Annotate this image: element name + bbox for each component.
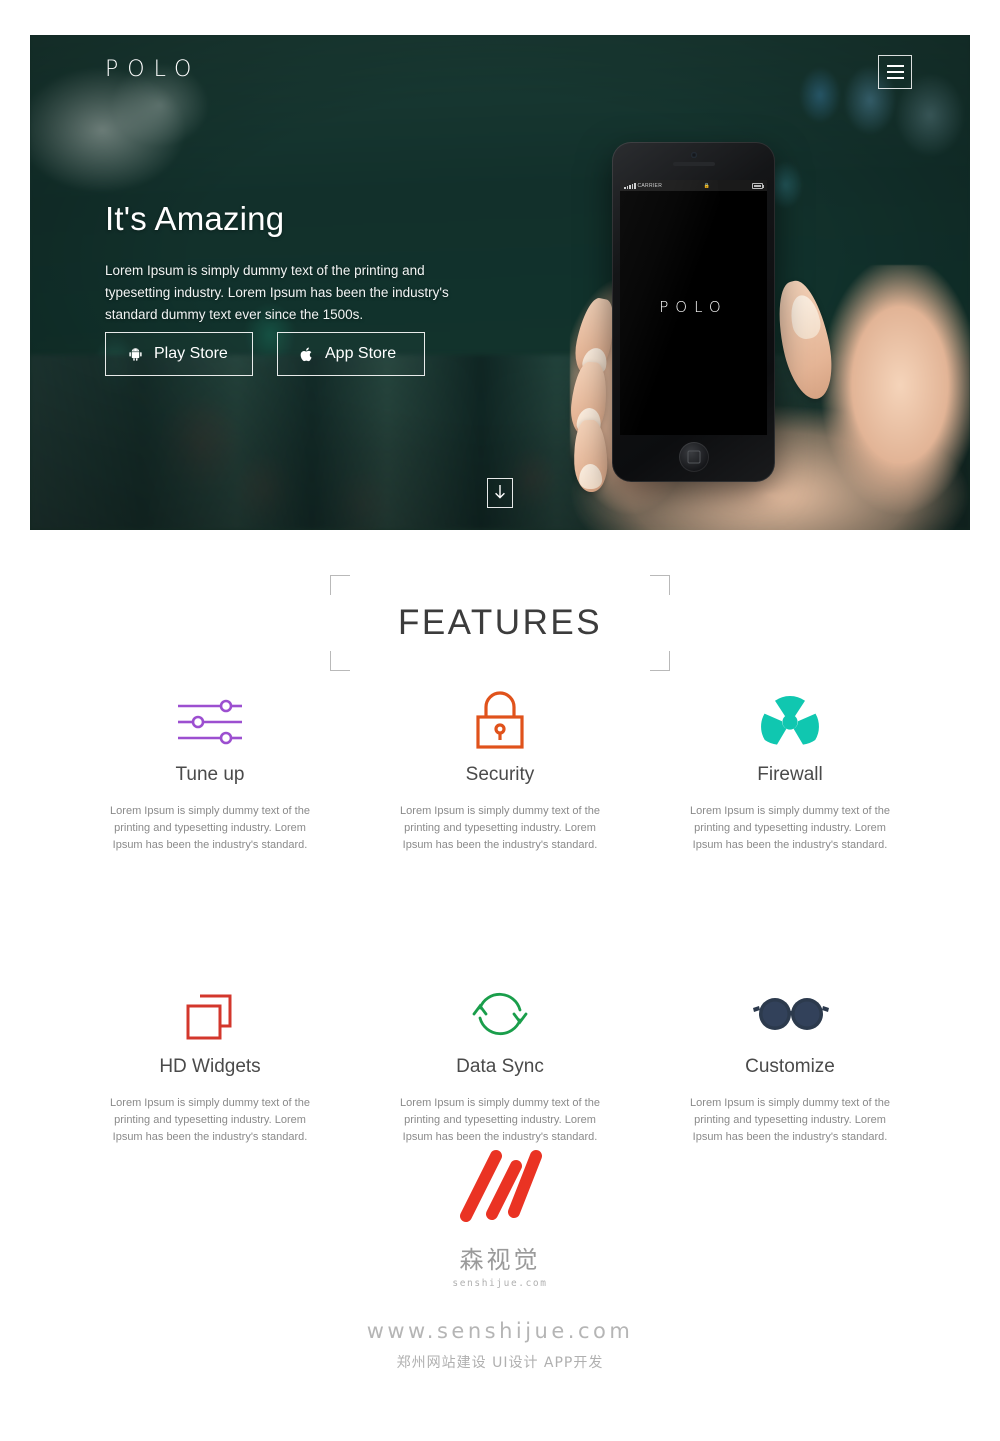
lock-icon — [476, 691, 524, 749]
footer-tagline: 郑州网站建设 UI设计 APP开发 — [396, 1355, 604, 1371]
features-title: FEATURES — [397, 603, 603, 642]
features-grid: Tune up Lorem Ipsum is simply dummy text… — [70, 680, 930, 1146]
phone-mockup: CARRIER 🔒 POLO — [560, 90, 970, 530]
hero-section: POLO CARRIER 🔒 — [30, 35, 970, 530]
feature-description: Lorem Ipsum is simply dummy text of the … — [110, 1097, 310, 1144]
play-store-label: Play Store — [154, 345, 228, 362]
watermark-url: senshijue.com — [452, 1278, 548, 1289]
senshijue-logo-icon — [460, 1150, 542, 1222]
feature-description: Lorem Ipsum is simply dummy text of the … — [110, 805, 310, 852]
feature-description: Lorem Ipsum is simply dummy text of the … — [400, 805, 600, 852]
feature-description: Lorem Ipsum is simply dummy text of the … — [690, 1097, 890, 1144]
feature-card-tune-up: Tune up Lorem Ipsum is simply dummy text… — [70, 680, 350, 854]
feature-title: HD Widgets — [159, 1056, 261, 1078]
download-arrow-icon — [495, 485, 505, 499]
features-heading-block: FEATURES — [0, 575, 1000, 671]
app-store-label: App Store — [325, 345, 397, 362]
radiation-icon — [761, 696, 819, 745]
apple-icon — [300, 347, 312, 361]
corner-bracket-bottom-right — [650, 651, 671, 671]
phone-device: CARRIER 🔒 POLO — [612, 142, 775, 482]
phone-camera-icon — [690, 152, 697, 158]
feature-description: Lorem Ipsum is simply dummy text of the … — [400, 1097, 600, 1144]
feature-card-data-sync: Data Sync Lorem Ipsum is simply dummy te… — [360, 972, 640, 1146]
corner-bracket-bottom-left — [329, 651, 350, 671]
hamburger-icon-bar — [886, 71, 904, 73]
hero-title: It's Amazing — [105, 200, 285, 237]
hero-copy: It's Amazing Lorem Ipsum is simply dummy… — [105, 200, 505, 326]
sync-arrows-icon — [472, 993, 528, 1036]
windows-squares-icon — [186, 994, 232, 1040]
watermark-logo — [444, 1140, 556, 1228]
corner-bracket-top-left — [329, 575, 350, 595]
footer: 森视觉 senshijue.com www.senshijue.com 郑州网站… — [0, 1140, 1000, 1372]
feature-title: Firewall — [757, 764, 823, 785]
scroll-down-button[interactable] — [487, 478, 513, 508]
phone-earpiece — [672, 162, 715, 166]
sunglasses-icon — [753, 998, 829, 1031]
app-store-button[interactable]: App Store — [277, 332, 425, 376]
hero-cta-group: Play Store App Store — [105, 332, 425, 376]
feature-card-customize: Customize Lorem Ipsum is simply dummy te… — [650, 972, 930, 1146]
feature-icon-wrap — [650, 680, 930, 764]
feature-title: Security — [465, 764, 535, 785]
feature-card-firewall: Firewall Lorem Ipsum is simply dummy tex… — [650, 680, 930, 854]
hamburger-menu-button[interactable] — [878, 55, 912, 89]
sliders-icon — [178, 699, 242, 745]
feature-title: Tune up — [175, 764, 245, 785]
feature-icon-wrap — [70, 972, 350, 1056]
battery-icon — [751, 182, 765, 189]
feature-icon-wrap — [360, 972, 640, 1056]
feature-icon-wrap — [360, 680, 640, 764]
corner-bracket-top-right — [650, 575, 671, 595]
phone-screen: CARRIER 🔒 POLO — [620, 180, 767, 435]
footer-site-url: www.senshijue.com — [366, 1319, 634, 1343]
play-store-button[interactable]: Play Store — [105, 332, 253, 376]
feature-icon-wrap — [650, 972, 930, 1056]
feature-title: Customize — [745, 1056, 835, 1078]
feature-description: Lorem Ipsum is simply dummy text of the … — [690, 805, 890, 852]
feature-card-hd-widgets: HD Widgets Lorem Ipsum is simply dummy t… — [70, 972, 350, 1146]
feature-title: Data Sync — [456, 1056, 544, 1078]
site-logo[interactable]: POLO — [105, 57, 200, 82]
features-heading-frame: FEATURES — [329, 575, 671, 671]
feature-icon-wrap — [70, 680, 350, 764]
android-icon — [129, 348, 142, 361]
phone-home-button — [678, 442, 709, 472]
watermark-chinese-name: 森视觉 — [459, 1246, 541, 1274]
hero-subtitle: Lorem Ipsum is simply dummy text of the … — [105, 263, 449, 322]
hamburger-icon-bar — [886, 65, 904, 67]
hamburger-icon-bar — [886, 77, 904, 79]
feature-card-security: Security Lorem Ipsum is simply dummy tex… — [360, 680, 640, 854]
